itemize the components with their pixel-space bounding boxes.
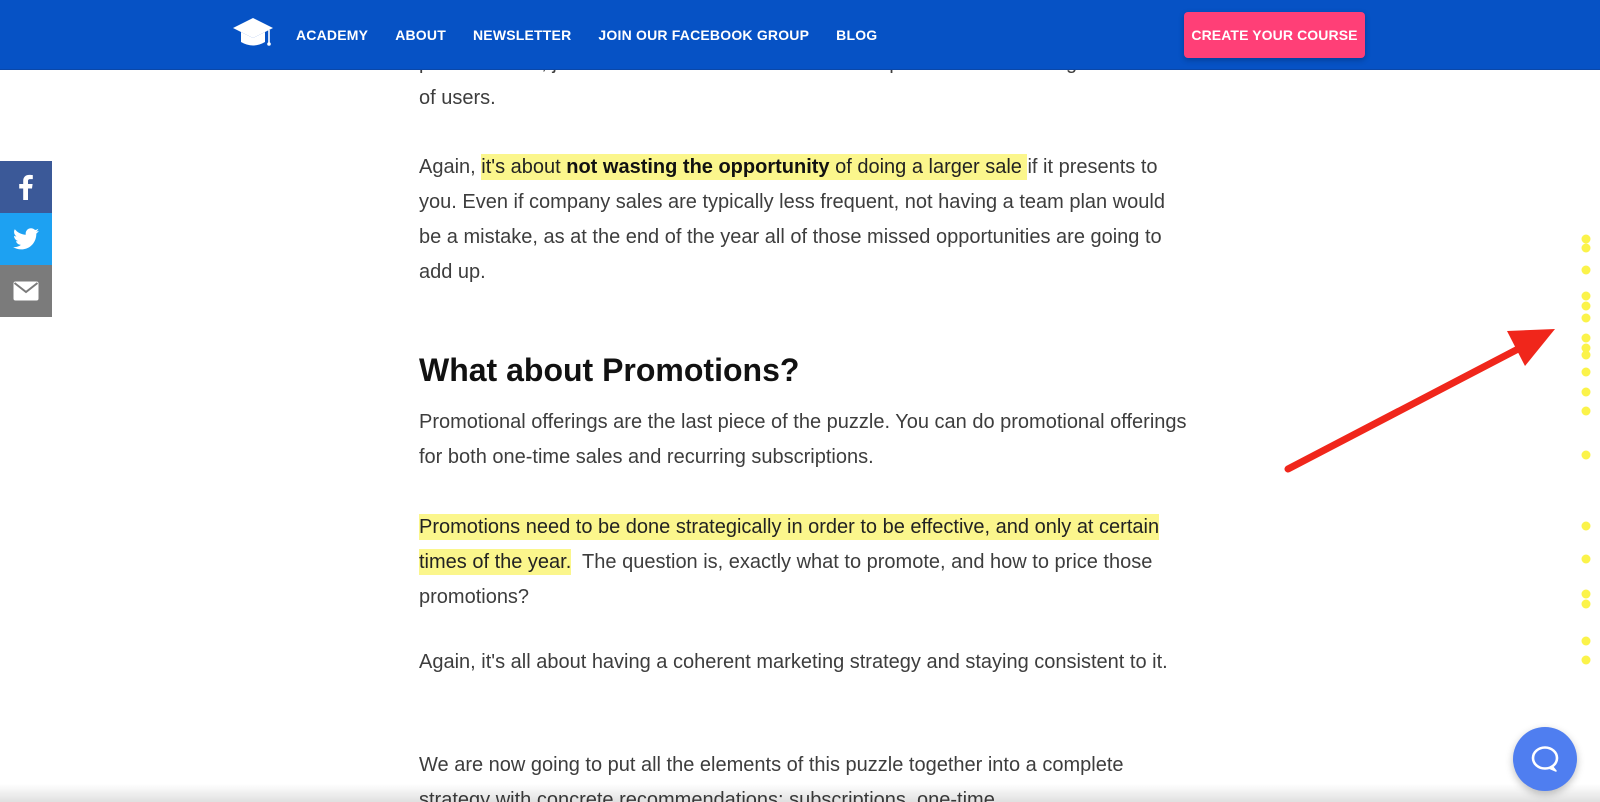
graduation-cap-logo-icon[interactable] — [232, 16, 274, 50]
site-header: ACADEMY ABOUT NEWSLETTER JOIN OUR FACEBO… — [0, 0, 1600, 70]
paragraph-marketing-strategy: Again, it's all about having a coherent … — [419, 651, 1168, 673]
nav-facebook-group[interactable]: JOIN OUR FACEBOOK GROUP — [598, 27, 809, 43]
p1-lead: Again, — [419, 156, 482, 178]
twitter-icon — [13, 228, 39, 250]
hl-text-b: of doing a larger sale — [829, 156, 1028, 178]
chat-widget-button[interactable] — [1513, 727, 1577, 791]
nav-academy[interactable]: ACADEMY — [296, 27, 368, 43]
share-twitter-button[interactable] — [0, 213, 52, 265]
nav-blog[interactable]: BLOG — [836, 27, 877, 43]
create-course-button[interactable]: CREATE YOUR COURSE — [1184, 12, 1365, 58]
bottom-edge-shadow — [0, 784, 1600, 802]
main-nav: ACADEMY ABOUT NEWSLETTER JOIN OUR FACEBO… — [296, 0, 904, 69]
chat-bubble-icon — [1531, 746, 1559, 772]
highlight-opportunity: it's about not wasting the opportunity o… — [481, 154, 1028, 180]
red-arrow-annotation — [1284, 329, 1555, 473]
paragraph-promotions-strategy: Promotions need to be done strategically… — [419, 510, 1189, 615]
annotation-layer — [1284, 234, 1591, 665]
hl-bold-text: not wasting the opportunity — [566, 156, 830, 178]
share-facebook-button[interactable] — [0, 161, 52, 213]
hl-text-a: it's about — [481, 156, 567, 178]
nav-newsletter[interactable]: NEWSLETTER — [473, 27, 571, 43]
nav-about[interactable]: ABOUT — [395, 27, 446, 43]
paragraph-team-plan: Again, it's about not wasting the opport… — [419, 150, 1189, 290]
facebook-icon — [19, 174, 33, 200]
social-share-bar — [0, 161, 52, 317]
page-viewport: plan available, just in case that someon… — [0, 0, 1600, 802]
section-heading: What about Promotions? — [419, 352, 800, 388]
share-email-button[interactable] — [0, 265, 52, 317]
yellow-highlight-markers — [1581, 234, 1591, 665]
email-icon — [13, 281, 39, 301]
paragraph-promotional-offerings: Promotional offerings are the last piece… — [419, 411, 1187, 468]
